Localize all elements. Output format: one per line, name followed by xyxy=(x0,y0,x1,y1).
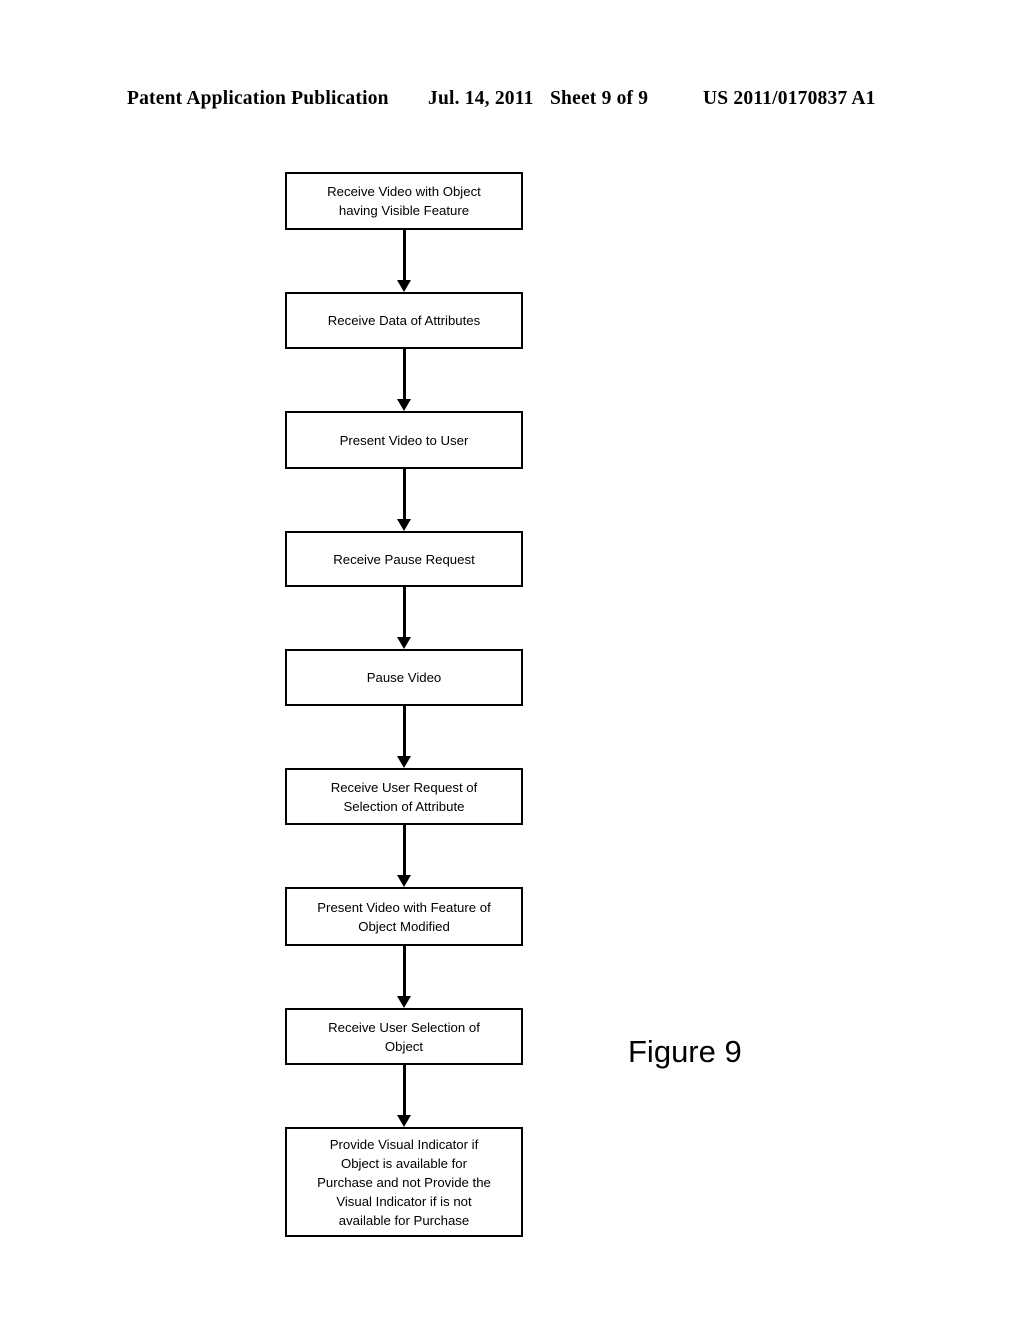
arrow-head xyxy=(397,637,411,649)
arrow-head xyxy=(397,280,411,292)
flowchart-node-label: Receive Video with Object having Visible… xyxy=(327,184,481,218)
arrow-stem xyxy=(402,587,406,638)
flowchart-node-n5: Pause Video xyxy=(285,649,523,706)
page-header: Patent Application Publication Jul. 14, … xyxy=(0,88,1024,116)
arrow-head xyxy=(397,875,411,887)
flowchart-node-n9: Provide Visual Indicator if Object is av… xyxy=(285,1127,523,1237)
flowchart-arrow-down-icon xyxy=(285,825,523,887)
flowchart-arrow-down-icon xyxy=(285,706,523,768)
arrow-stem xyxy=(402,825,406,876)
flowchart-node-label: Provide Visual Indicator if Object is av… xyxy=(317,1136,491,1228)
arrow-stem xyxy=(402,230,406,281)
flowchart-arrow-down-icon xyxy=(285,946,523,1008)
flowchart-node-n8: Receive User Selection of Object xyxy=(285,1008,523,1065)
flowchart-node-n3: Present Video to User xyxy=(285,411,523,469)
arrow-head xyxy=(397,399,411,411)
flowchart-node-n6: Receive User Request of Selection of Att… xyxy=(285,768,523,825)
flowchart-node-n4: Receive Pause Request xyxy=(285,531,523,587)
flowchart-node-label: Receive Data of Attributes xyxy=(327,313,481,328)
flowchart-arrow-down-icon xyxy=(285,469,523,531)
flowchart-diagram: Receive Video with Object having Visible… xyxy=(285,172,523,1237)
arrow-stem xyxy=(402,349,406,400)
arrow-stem xyxy=(402,469,406,520)
header-sheet-number: Sheet 9 of 9 xyxy=(550,88,649,109)
flowchart-node-label: Receive User Selection of Object xyxy=(328,1019,480,1054)
header-patent-number: US 2011/0170837 A1 xyxy=(703,88,876,109)
flowchart-node-label: Receive User Request of Selection of Att… xyxy=(330,779,478,814)
flowchart-node-n1: Receive Video with Object having Visible… xyxy=(285,172,523,230)
header-publication-date: Jul. 14, 2011 xyxy=(428,88,534,109)
flowchart-arrow-down-icon xyxy=(285,587,523,649)
flowchart-arrow-down-icon xyxy=(285,349,523,411)
flowchart-arrow-down-icon xyxy=(285,1065,523,1127)
flowchart-node-label: Present Video to User xyxy=(339,432,469,448)
arrow-stem xyxy=(402,1065,406,1116)
arrow-head xyxy=(397,519,411,531)
arrow-head xyxy=(397,1115,411,1127)
flowchart-node-label: Receive Pause Request xyxy=(333,551,475,567)
arrow-head xyxy=(397,996,411,1008)
flowchart-node-label: Pause Video xyxy=(366,670,442,685)
figure-caption: Figure 9 xyxy=(628,1034,742,1069)
arrow-stem xyxy=(402,706,406,757)
arrow-stem xyxy=(402,946,406,997)
flowchart-node-label: Present Video with Feature of Object Mod… xyxy=(317,899,491,934)
header-publication-label: Patent Application Publication xyxy=(127,88,389,109)
flowchart-node-n7: Present Video with Feature of Object Mod… xyxy=(285,887,523,946)
flowchart-node-n2: Receive Data of Attributes xyxy=(285,292,523,349)
arrow-head xyxy=(397,756,411,768)
flowchart-arrow-down-icon xyxy=(285,230,523,292)
